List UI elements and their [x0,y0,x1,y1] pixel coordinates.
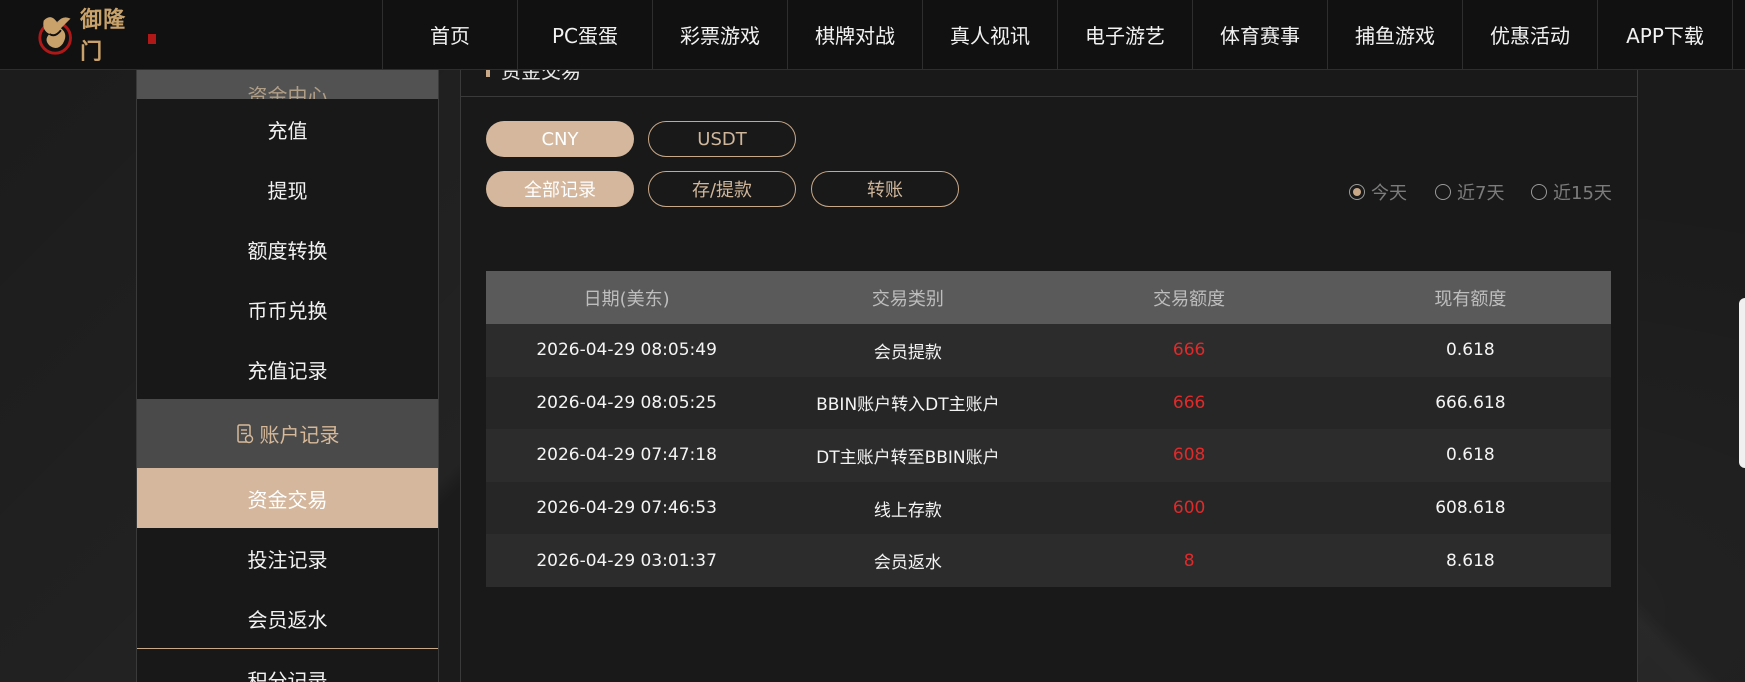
document-icon [236,423,253,443]
sidebar-item-fund-transactions[interactable]: 资金交易 [137,468,438,528]
cell-amount: 666 [1172,392,1206,413]
cell-date: 2026-04-29 07:47:18 [536,445,717,466]
range-option-7days[interactable]: 近7天 [1435,179,1504,205]
logo-wordmark: 御隆门 [80,7,127,65]
range-label-today: 今天 [1371,183,1407,204]
column-header-type: 交易类别 [871,288,944,310]
sidebar-item-member-rebate[interactable]: 会员返水 [137,588,438,648]
cell-balance: 8.618 [1446,550,1495,571]
cell-amount: 666 [1172,340,1206,361]
cell-amount: 608 [1172,445,1206,466]
currency-tab-usdt[interactable]: USDT [648,121,796,157]
cell-amount: 8 [1183,550,1195,571]
column-header-balance: 现有额度 [1434,288,1507,310]
cell-type: 会员返水 [873,553,942,574]
nav-lottery[interactable]: 彩票游戏 [653,0,788,69]
account-sidebar: 资金中心 充值 提现 额度转换 币币兑换 充值记录 账户记录 资金交易 投注记录… [136,69,439,682]
panel-header: 资金交易 [461,69,1637,97]
type-tab-all-records[interactable]: 全部记录 [486,171,634,207]
type-tab-deposit-withdraw[interactable]: 存/提款 [648,171,796,207]
cell-date: 2026-04-29 07:46:53 [536,498,717,519]
cell-type: DT主账户转至BBIN账户 [816,447,1000,468]
main-nav: 首页 PC蛋蛋 彩票游戏 棋牌对战 真人视讯 电子游艺 体育赛事 捕鱼游戏 优惠… [382,0,1733,69]
title-marker [486,69,490,77]
sidebar-group-funds[interactable]: 资金中心 [137,69,438,99]
sidebar-item-currency-exchange[interactable]: 币币兑换 [137,279,438,339]
cell-type: 会员提款 [873,342,942,363]
sidebar-item-deposit-records[interactable]: 充值记录 [137,339,438,399]
floating-side-tab[interactable] [1739,298,1745,468]
table-row: 2026-04-29 07:46:53 线上存款 600 608.618 [486,481,1611,535]
sidebar-item-transfer[interactable]: 额度转换 [137,219,438,279]
currency-tab-cny[interactable]: CNY [486,121,634,157]
cell-type: 线上存款 [873,500,942,521]
nav-home[interactable]: 首页 [383,0,518,69]
sidebar-item-points-records[interactable]: 积分记录 [137,648,438,682]
sidebar-group-account-records[interactable]: 账户记录 [137,399,438,468]
cell-balance: 0.618 [1446,445,1495,466]
column-header-date: 日期(美东) [583,288,670,310]
table-body: 2026-04-29 08:05:49 会员提款 666 0.618 2026-… [486,324,1611,587]
cell-date: 2026-04-29 03:01:37 [536,550,717,571]
sidebar-group-funds-label: 资金中心 [247,84,328,99]
cell-balance: 666.618 [1435,392,1506,413]
range-option-today[interactable]: 今天 [1349,179,1407,205]
table-row: 2026-04-29 03:01:37 会员返水 8 8.618 [486,534,1611,587]
cell-balance: 0.618 [1446,340,1495,361]
radio-7days[interactable] [1435,184,1451,200]
nav-fishing[interactable]: 捕鱼游戏 [1328,0,1463,69]
cell-date: 2026-04-29 08:05:25 [536,392,717,413]
radio-today[interactable] [1349,184,1365,200]
nav-chess-cards[interactable]: 棋牌对战 [788,0,923,69]
top-navbar: 御隆门 首页 PC蛋蛋 彩票游戏 棋牌对战 真人视讯 电子游艺 体育赛事 捕鱼游… [0,0,1745,70]
type-tab-transfer[interactable]: 转账 [811,171,959,207]
sidebar-item-deposit[interactable]: 充值 [137,99,438,159]
table-row: 2026-04-29 08:05:49 会员提款 666 0.618 [486,324,1611,377]
sidebar-group-account-records-label: 账户记录 [259,423,340,447]
cell-date: 2026-04-29 08:05:49 [536,340,717,361]
table-row: 2026-04-29 08:05:25 BBIN账户转入DT主账户 666 66… [486,376,1611,430]
cell-type: BBIN账户转入DT主账户 [816,395,1000,416]
radio-15days[interactable] [1531,184,1547,200]
site-logo[interactable]: 御隆门 [36,7,156,65]
table-header-row: 日期(美东) 交易类别 交易额度 现有额度 [486,271,1611,324]
nav-live-casino[interactable]: 真人视讯 [923,0,1058,69]
nav-slots[interactable]: 电子游艺 [1058,0,1193,69]
table-row: 2026-04-29 07:47:18 DT主账户转至BBIN账户 608 0.… [486,429,1611,482]
nav-app-download[interactable]: APP下载 [1598,0,1733,69]
nav-promotions[interactable]: 优惠活动 [1463,0,1598,69]
page-title: 资金交易 [501,69,581,83]
range-label-7days: 近7天 [1457,183,1505,204]
transactions-table: 日期(美东) 交易类别 交易额度 现有额度 2026-04-29 08:05:4… [486,271,1611,587]
dragon-logo-icon [38,17,72,55]
range-label-15days: 近15天 [1553,183,1612,204]
nav-pc-dandan[interactable]: PC蛋蛋 [518,0,653,69]
sidebar-item-bet-records[interactable]: 投注记录 [137,528,438,588]
cell-amount: 600 [1172,498,1206,519]
nav-sports[interactable]: 体育赛事 [1193,0,1328,69]
range-option-15days[interactable]: 近15天 [1531,179,1612,205]
sidebar-item-withdraw[interactable]: 提现 [137,159,438,219]
cell-balance: 608.618 [1435,498,1506,519]
column-header-amount: 交易额度 [1153,288,1226,310]
logo-seal [148,34,156,44]
fund-transactions-panel: 资金交易 CNY USDT 全部记录 存/提款 转账 今天 近7天 近15天 日… [460,69,1638,682]
